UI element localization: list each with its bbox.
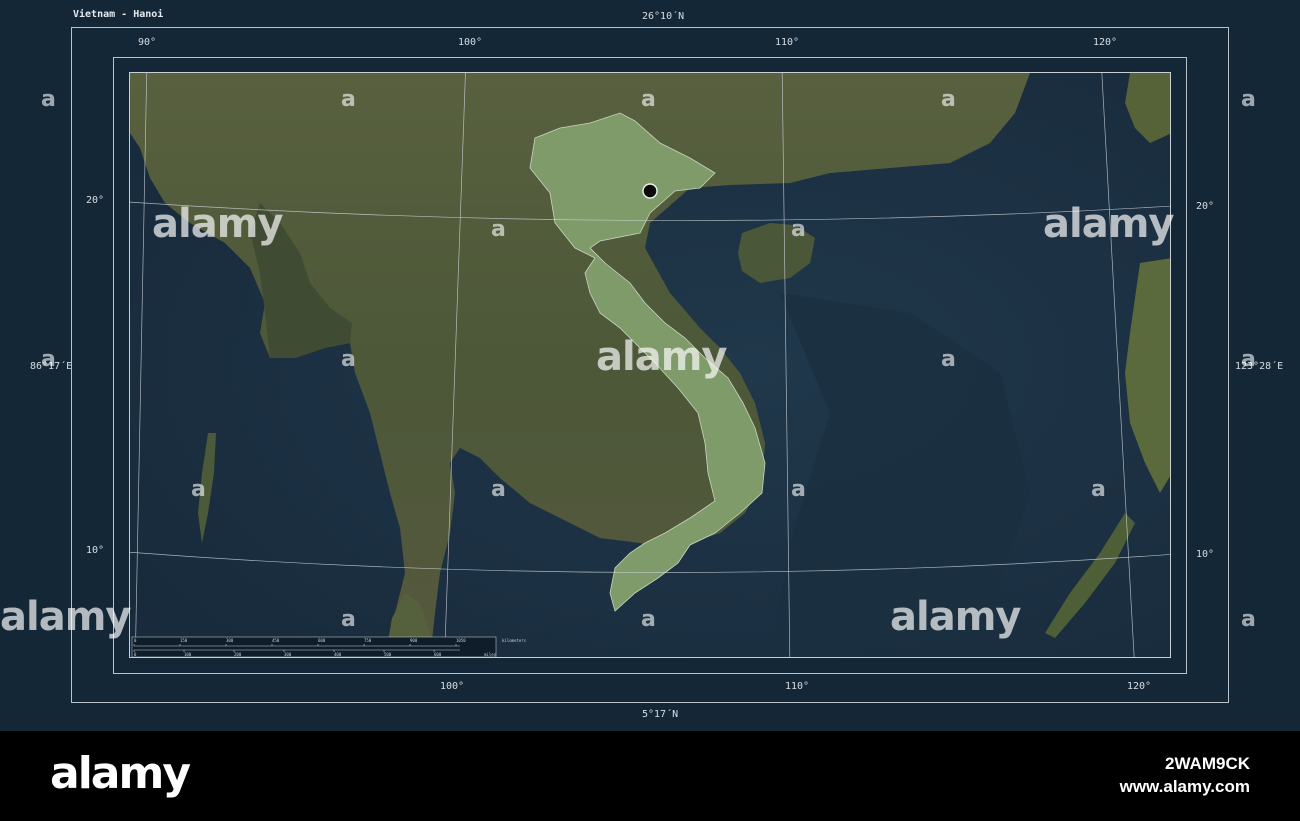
- watermark-a: a: [341, 87, 356, 112]
- watermark-a: a: [941, 87, 956, 112]
- footer-logo[interactable]: alamy: [50, 748, 191, 799]
- map-title: Vietnam - Hanoi: [73, 9, 164, 20]
- watermark-a: a: [41, 87, 56, 112]
- lat-label-20-left: 20°: [86, 195, 105, 206]
- scale-label-km: 900: [410, 638, 418, 643]
- watermark-a: a: [641, 87, 656, 112]
- watermark-a: a: [491, 477, 506, 502]
- lon-label-120-bottom: 120°: [1127, 681, 1152, 692]
- watermark-a: a: [791, 217, 806, 242]
- lat-label-10-right: 10°: [1196, 549, 1215, 560]
- scale-label-mi: miles: [484, 652, 497, 657]
- watermark-a: a: [491, 217, 506, 242]
- watermark-a: a: [1091, 477, 1106, 502]
- scale-label-km: 1050: [456, 638, 466, 643]
- watermark-a: a: [41, 347, 56, 372]
- scale-label-km: 600: [318, 638, 326, 643]
- lat-bottom-label: 5°17´N: [642, 709, 679, 720]
- watermark-alamy-1: alamy: [152, 201, 283, 247]
- lon-label-110-top: 110°: [775, 37, 800, 48]
- watermark-alamy-4: alamy: [0, 594, 131, 640]
- scale-label-km: 150: [180, 638, 188, 643]
- watermark-a: a: [941, 347, 956, 372]
- scale-label-mi: 100: [184, 652, 192, 657]
- scale-label-km: kilometers: [502, 638, 527, 643]
- lon-label-100-top: 100°: [458, 37, 483, 48]
- watermark-alamy-2: alamy: [1043, 201, 1174, 247]
- watermark-a: a: [1241, 347, 1256, 372]
- watermark-a: a: [641, 607, 656, 632]
- watermark-alamy-3: alamy: [596, 334, 727, 380]
- watermark-a: a: [191, 477, 206, 502]
- lon-label-100-bottom: 100°: [440, 681, 465, 692]
- lat-label-20-right: 20°: [1196, 201, 1215, 212]
- image-id: 2WAM9CK: [1164, 754, 1250, 773]
- scale-label-mi: 600: [434, 652, 442, 657]
- scale-bar: 0 150 300 450 600 750 900 1050 kilometers0 100 200…: [131, 636, 527, 657]
- watermark-a: a: [341, 347, 356, 372]
- footer-bar: [0, 731, 1300, 821]
- scale-label-mi: 400: [334, 652, 342, 657]
- watermark-alamy-5: alamy: [890, 594, 1021, 640]
- lon-label-90: 90°: [138, 37, 157, 48]
- scale-label-mi: 300: [284, 652, 292, 657]
- watermark-a: a: [1241, 607, 1256, 632]
- lon-label-110-bottom: 110°: [785, 681, 810, 692]
- scale-label-km: 450: [272, 638, 280, 643]
- hanoi-marker[interactable]: [642, 183, 658, 199]
- scale-label-mi: 500: [384, 652, 392, 657]
- lon-label-120-top: 120°: [1093, 37, 1118, 48]
- watermark-a: a: [341, 607, 356, 632]
- scale-label-km: 300: [226, 638, 234, 643]
- lat-top-label: 26°10´N: [642, 11, 685, 22]
- watermark-a: a: [1241, 87, 1256, 112]
- scale-label-km: 750: [364, 638, 372, 643]
- lat-label-10-left: 10°: [86, 545, 105, 556]
- watermark-a: a: [791, 477, 806, 502]
- scale-label-mi: 200: [234, 652, 242, 657]
- site-url[interactable]: www.alamy.com: [1120, 777, 1250, 797]
